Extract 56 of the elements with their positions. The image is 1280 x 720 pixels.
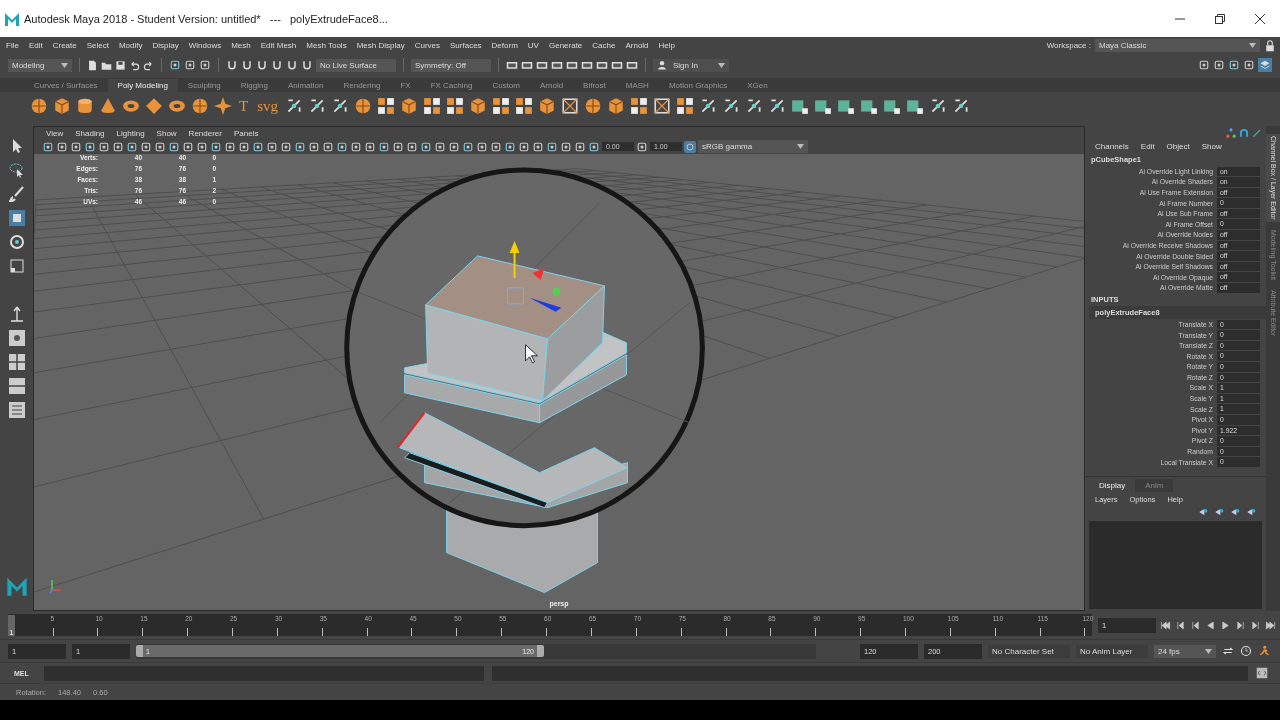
menu-item[interactable]: Mesh Tools <box>306 41 347 50</box>
panel-menu-item[interactable]: Lighting <box>116 128 145 138</box>
menu-item[interactable]: UV <box>527 41 539 50</box>
shelf-tab[interactable]: FX Caching <box>420 79 483 92</box>
shelf-tab[interactable]: Arnold <box>530 79 574 92</box>
menu-item[interactable]: Deform <box>491 41 518 50</box>
menu-item[interactable]: Modify <box>118 41 143 50</box>
shelf-tab[interactable]: Sculpting <box>177 79 231 92</box>
panel-menu-item[interactable]: Renderer <box>188 128 222 138</box>
panel-menu-item[interactable]: View <box>46 128 64 138</box>
live-surface-field[interactable]: No Live Surface <box>316 58 396 72</box>
menu-item[interactable]: Curves <box>414 41 440 50</box>
menu-item[interactable]: Mesh <box>231 41 251 50</box>
menu-item[interactable]: Generate <box>548 41 583 50</box>
menu-item[interactable]: Edit Mesh <box>260 41 297 50</box>
panel-menu-item[interactable]: Show <box>156 128 177 138</box>
panel-menu-item[interactable]: Panels <box>233 128 259 138</box>
anim-layer-dropdown[interactable]: No Anim Layer <box>1076 644 1148 658</box>
sign-in-button[interactable]: Sign In <box>653 58 729 72</box>
color-space-dropdown[interactable]: sRGB gamma <box>698 140 808 153</box>
shelf-tab[interactable]: Rigging <box>230 79 278 92</box>
character-set-dropdown[interactable]: No Character Set <box>988 644 1070 658</box>
panel-menu-item[interactable]: Shading <box>75 128 105 138</box>
channel-menu-item[interactable]: Channels <box>1095 142 1129 151</box>
channel-menu-item[interactable]: Object <box>1166 142 1190 151</box>
text-tool-icon[interactable]: T <box>237 98 251 114</box>
menu-item[interactable]: Surfaces <box>450 41 482 50</box>
menu-item[interactable]: Edit <box>28 41 43 50</box>
shelf-tab[interactable]: Motion Graphics <box>658 79 738 92</box>
channel-menu-item[interactable]: Edit <box>1140 142 1155 151</box>
shelf-tab[interactable]: Animation <box>277 79 334 92</box>
menu-item[interactable]: Help <box>658 41 675 50</box>
symmetry-dropdown[interactable]: Symmetry: Off <box>411 58 491 72</box>
workspace-dropdown[interactable]: Maya Classic <box>1095 39 1260 52</box>
channel-menu-item[interactable]: Show <box>1201 142 1222 151</box>
shelf-tab[interactable]: Curves / Surfaces <box>24 79 108 92</box>
shelf-tab[interactable]: Poly Modeling <box>107 79 178 92</box>
menu-item[interactable]: Arnold <box>625 41 649 50</box>
menu-item[interactable]: Select <box>86 41 109 50</box>
shelf-tab[interactable]: Bifrost <box>573 79 616 92</box>
shelf-tab[interactable]: MASH <box>615 79 659 92</box>
menu-item[interactable]: Create <box>52 41 77 50</box>
fps-dropdown[interactable]: 24 fps <box>1154 644 1216 658</box>
text-tool-icon[interactable]: svg <box>255 98 280 114</box>
mode-dropdown[interactable]: Modeling <box>8 58 72 72</box>
window-title: Autodesk Maya 2018 - Student Version: untitled* --- polyExtrudeFace8... <box>24 12 388 25</box>
menu-item[interactable]: Windows <box>188 41 222 50</box>
shelf-tab[interactable]: Custom <box>482 79 530 92</box>
menu-item[interactable]: Mesh Display <box>356 41 405 50</box>
shelf-tab[interactable]: Rendering <box>333 79 391 92</box>
shelf-tab[interactable]: FX <box>390 79 421 92</box>
menu-item[interactable]: File <box>6 41 19 50</box>
workspace-label: Workspace : <box>1046 41 1091 50</box>
shelf-tab[interactable]: XGen <box>737 79 778 92</box>
menu-item[interactable]: Cache <box>592 41 616 50</box>
menu-item[interactable]: Display <box>152 41 179 50</box>
